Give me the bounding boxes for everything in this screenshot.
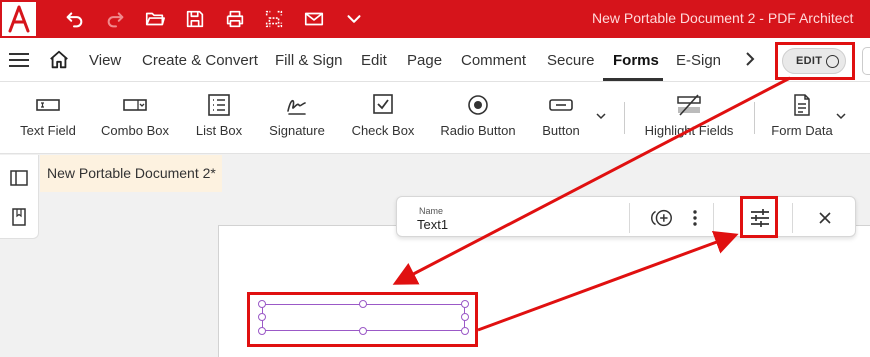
check-box-icon (370, 93, 396, 117)
highlight-fields-icon (676, 93, 702, 117)
field-property-bar: Name Text1 (396, 196, 856, 237)
menu-edit[interactable]: Edit (361, 52, 387, 69)
propbar-divider (792, 203, 793, 233)
combo-box-icon (122, 93, 148, 117)
combo-box-tool[interactable]: Combo Box (101, 82, 169, 154)
title-bar: New Portable Document 2 - PDF Architect (0, 0, 870, 38)
open-folder-icon[interactable] (142, 7, 168, 31)
signature-label: Signature (269, 123, 325, 138)
menu-bar: View Create & Convert Fill & Sign Edit P… (0, 38, 870, 82)
signature-tool[interactable]: Signature (268, 82, 326, 154)
button-label: Button (542, 123, 580, 138)
button-dropdown-icon[interactable] (596, 109, 606, 123)
forms-ribbon: Text Field Combo Box List Box Signature … (0, 82, 870, 154)
add-action-icon[interactable] (650, 206, 674, 230)
pdf-architect-logo-icon (8, 5, 30, 33)
chevron-down-icon[interactable] (341, 7, 367, 31)
menu-view[interactable]: View (89, 52, 121, 69)
app-logo[interactable] (2, 2, 36, 36)
redo-icon[interactable] (103, 7, 129, 31)
signature-icon (284, 93, 310, 117)
ribbon-divider (624, 102, 625, 134)
radio-button-tool[interactable]: Radio Button (440, 82, 516, 154)
check-box-label: Check Box (351, 123, 415, 138)
list-box-tool[interactable]: List Box (195, 82, 243, 154)
menu-secure[interactable]: Secure (547, 52, 595, 69)
form-data-label: Form Data (771, 123, 833, 138)
list-box-icon (206, 93, 232, 117)
form-data-icon (789, 93, 815, 117)
document-tab-title: New Portable Document 2* (47, 165, 216, 181)
panel-toggle-icon[interactable] (10, 169, 28, 187)
undo-icon[interactable] (61, 7, 87, 31)
check-box-tool[interactable]: Check Box (352, 82, 414, 154)
print-icon[interactable] (222, 7, 248, 31)
radio-button-label: Radio Button (440, 123, 516, 138)
text-field-label: Text Field (20, 123, 76, 138)
document-tab[interactable]: New Portable Document 2* (40, 155, 222, 192)
field-name-value[interactable]: Text1 (417, 217, 448, 232)
overflow-button[interactable] (862, 47, 870, 75)
save-icon[interactable] (182, 7, 208, 31)
email-icon[interactable] (301, 7, 327, 31)
menu-create-convert[interactable]: Create & Convert (142, 52, 258, 69)
left-panel-rail (0, 155, 39, 239)
field-name-label: Name (419, 206, 444, 216)
menu-fill-sign[interactable]: Fill & Sign (275, 52, 343, 69)
list-box-label: List Box (195, 123, 243, 138)
propbar-divider (713, 203, 714, 233)
scan-icon[interactable] (261, 7, 287, 31)
edit-toggle-highlight (775, 42, 855, 80)
text-field-highlight (247, 292, 478, 347)
menu-page[interactable]: Page (407, 52, 442, 69)
hamburger-menu-icon[interactable] (9, 53, 29, 67)
form-data-dropdown-icon[interactable] (836, 109, 846, 123)
home-icon[interactable] (48, 49, 70, 71)
button-icon (548, 93, 574, 117)
window-title: New Portable Document 2 - PDF Architect (592, 10, 854, 26)
highlight-fields-tool[interactable]: Highlight Fields (644, 82, 734, 154)
text-field-icon (35, 93, 61, 117)
menu-e-sign[interactable]: E-Sign (676, 52, 721, 69)
menu-comment[interactable]: Comment (461, 52, 526, 69)
close-icon[interactable] (813, 206, 837, 230)
form-data-tool[interactable]: Form Data (770, 82, 834, 154)
highlight-fields-label: Highlight Fields (644, 123, 734, 138)
radio-button-icon (465, 93, 491, 117)
text-field-tool[interactable]: Text Field (19, 82, 77, 154)
bookmark-icon[interactable] (10, 208, 28, 226)
chevron-right-icon[interactable] (744, 51, 756, 72)
button-tool[interactable]: Button (540, 82, 582, 154)
active-tab-indicator (603, 78, 663, 81)
ribbon-divider (754, 102, 755, 134)
more-options-icon[interactable] (683, 206, 707, 230)
properties-button-highlight (740, 196, 778, 238)
combo-box-label: Combo Box (101, 123, 169, 138)
propbar-divider (629, 203, 630, 233)
menu-forms[interactable]: Forms (613, 52, 659, 69)
